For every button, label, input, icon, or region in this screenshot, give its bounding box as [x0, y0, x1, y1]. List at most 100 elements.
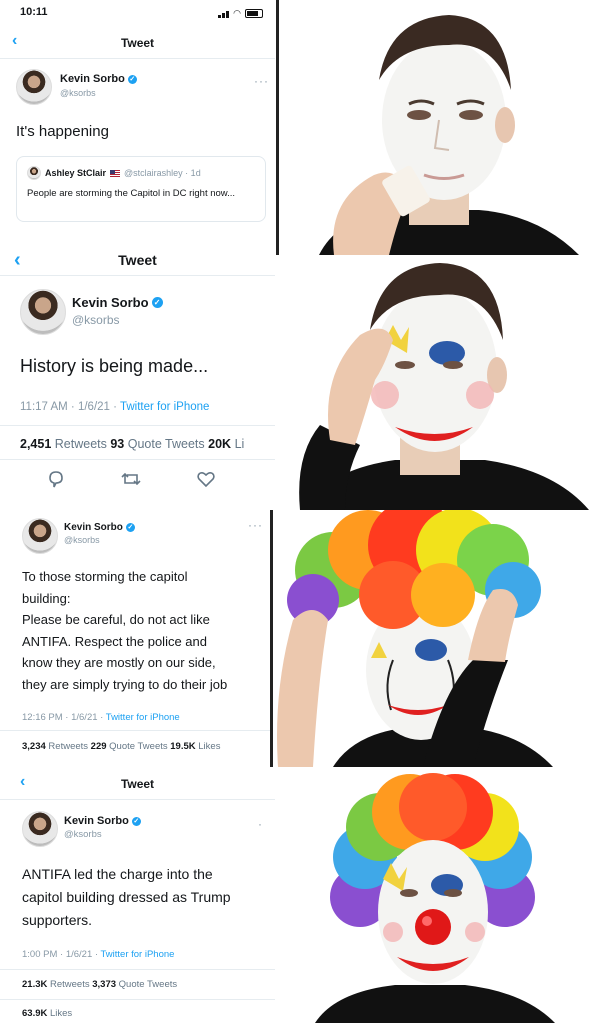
man-with-clown-makeup-image [275, 255, 589, 510]
verified-badge-icon: ✓ [131, 816, 141, 826]
retweet-label[interactable]: Retweets [50, 979, 90, 990]
retweet-count: 3,234 [22, 741, 46, 752]
author-name-text: Kevin Sorbo [64, 815, 129, 827]
tweet-line: supporters. [22, 912, 93, 928]
tweet-source[interactable]: Twitter for iPhone [120, 401, 209, 413]
quote-count: 93 [110, 437, 125, 451]
quote-text: People are storming the Capitol in DC ri… [27, 188, 236, 199]
reply-icon[interactable] [46, 469, 66, 489]
author-name[interactable]: Kevin Sorbo ✓ [72, 295, 163, 310]
divider [0, 275, 275, 276]
verified-badge-icon: ✓ [125, 523, 135, 532]
retweet-label[interactable]: Retweets [48, 741, 88, 752]
author-handle: @ksorbs [64, 535, 100, 545]
nav-title: Tweet [118, 255, 157, 268]
tweet-card-4: ‹ Tweet Kevin Sorbo ✓ @ksorbs · ANTIFA l… [0, 767, 275, 1023]
verified-badge-icon: ✓ [151, 297, 163, 308]
more-dots-icon[interactable]: ··· [248, 518, 263, 532]
avatar [27, 166, 41, 180]
man-putting-on-rainbow-wig-image [273, 510, 589, 767]
tweet-likes: 63.9K Likes [22, 1008, 72, 1019]
retweet-icon[interactable] [120, 469, 142, 489]
more-dots-icon[interactable]: · [258, 817, 263, 831]
tweet-line: ANTIFA. Respect the police and [22, 633, 207, 649]
author-name[interactable]: Kevin Sorbo ✓ [60, 73, 137, 85]
tweet-source[interactable]: Twitter for iPhone [106, 712, 180, 723]
tweet-line: they are simply trying to do their job [22, 676, 228, 692]
divider [0, 730, 275, 731]
retweet-label[interactable]: Retweets [55, 437, 107, 451]
flag-icon [110, 169, 121, 177]
author-handle: @ksorbs [60, 88, 96, 98]
like-label[interactable]: Li [235, 437, 245, 451]
quoted-tweet[interactable]: Ashley StClair @stclairashley · 1d Peopl… [16, 156, 266, 222]
quote-count: 229 [90, 741, 107, 752]
nav-title: Tweet [120, 777, 155, 791]
tweet-meta: 11:17 AM · 1/6/21 · Twitter for iPhone [20, 401, 209, 413]
tweet-text: It's happening [16, 123, 109, 140]
tweet-time: 1:00 PM · 1/6/21 · [22, 949, 101, 960]
tweet-line: To those storming the capitol [22, 569, 188, 584]
author-name-text: Kevin Sorbo [72, 295, 149, 310]
meme-panel-3: Kevin Sorbo ✓ @ksorbs ··· To those storm… [0, 510, 589, 767]
tweet-stats: 2,451 Retweets 93 Quote Tweets 20K Li [20, 437, 244, 451]
meme-panel-2: ‹ Tweet Kevin Sorbo ✓ @ksorbs History is… [0, 255, 589, 510]
avatar[interactable] [16, 69, 52, 105]
tweet-text: ANTIFA led the charge into the capitol b… [22, 863, 231, 932]
man-applying-white-face-paint-image [279, 0, 589, 255]
author-name[interactable]: Kevin Sorbo ✓ [64, 815, 141, 827]
tweet-card-1: 10:11 ◠ ‹ Tweet Kevin Sorbo ✓ @ksorbs ··… [0, 0, 275, 255]
wifi-icon: ◠ [233, 8, 241, 18]
signal-icon [218, 10, 230, 18]
tweet-stats: 21.3K Retweets 3,373 Quote Tweets [22, 979, 177, 990]
avatar[interactable] [20, 289, 66, 335]
author-name-text: Kevin Sorbo [64, 522, 123, 533]
quote-count: 3,373 [92, 979, 117, 990]
divider [0, 58, 275, 59]
tweet-line: capitol building dressed as Trump [22, 889, 231, 905]
tweet-text: History is being made... [20, 356, 209, 376]
tweet-meta: 12:16 PM · 1/6/21 · Twitter for iPhone [22, 712, 180, 723]
quote-label[interactable]: Quote Tweets [128, 437, 205, 451]
tweet-stats: 3,234 Retweets 229 Quote Tweets 19.5K Li… [22, 741, 220, 752]
divider [0, 425, 275, 426]
status-time: 10:11 [20, 6, 48, 18]
man-in-full-clown-costume-image [275, 767, 589, 1023]
tweet-time: 12:16 PM · 1/6/21 · [22, 712, 106, 723]
avatar[interactable] [22, 811, 58, 847]
divider [0, 799, 275, 800]
face-photo-4 [275, 767, 589, 1023]
more-dots-icon[interactable]: ··· [254, 74, 269, 88]
like-label[interactable]: Likes [198, 741, 220, 752]
face-photo-3 [273, 510, 589, 767]
like-count: 19.5K [170, 741, 196, 752]
battery-icon [245, 9, 263, 18]
retweet-count: 21.3K [22, 979, 48, 990]
quote-label[interactable]: Quote Tweets [109, 741, 167, 752]
like-count: 20K [208, 437, 232, 451]
meme-panel-1: 10:11 ◠ ‹ Tweet Kevin Sorbo ✓ @ksorbs ··… [0, 0, 589, 255]
tweet-time: 11:17 AM · 1/6/21 · [20, 401, 120, 413]
verified-badge-icon: ✓ [127, 74, 137, 84]
divider [0, 969, 275, 970]
author-handle: @ksorbs [72, 313, 120, 327]
face-photo-2 [275, 255, 589, 510]
tweet-source[interactable]: Twitter for iPhone [101, 949, 175, 960]
author-name[interactable]: Kevin Sorbo ✓ [64, 522, 135, 533]
like-count: 63.9K [22, 1008, 48, 1019]
quote-header: Ashley StClair @stclairashley · 1d [27, 166, 201, 180]
like-icon[interactable] [196, 469, 216, 489]
meme-panel-4: ‹ Tweet Kevin Sorbo ✓ @ksorbs · ANTIFA l… [0, 767, 589, 1023]
quote-handle-time: @stclairashley · 1d [124, 168, 201, 178]
quote-label[interactable]: Quote Tweets [119, 979, 177, 990]
divider [0, 999, 275, 1000]
quote-author: Ashley StClair [45, 168, 107, 178]
tweet-text: To those storming the capitol building: … [22, 566, 227, 695]
divider [0, 459, 275, 460]
avatar[interactable] [22, 518, 58, 554]
tweet-line: know they are mostly on our side, [22, 655, 216, 670]
retweet-count: 2,451 [20, 437, 52, 451]
face-photo-1 [279, 0, 589, 255]
like-label[interactable]: Likes [50, 1008, 72, 1019]
tweet-card-2: ‹ Tweet Kevin Sorbo ✓ @ksorbs History is… [0, 255, 275, 510]
